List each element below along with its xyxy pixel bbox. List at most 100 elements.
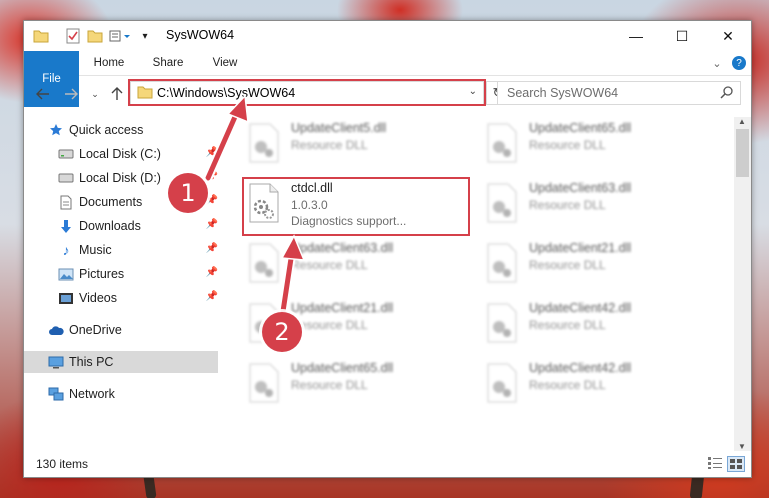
file-list: UpdateClient5.dll Resource DLL ctdcl.dll… xyxy=(233,117,735,451)
file-name: UpdateClient5.dll xyxy=(291,121,387,135)
sidebar-item-network[interactable]: Network xyxy=(24,383,218,405)
dll-file-icon xyxy=(487,243,517,283)
star-icon xyxy=(48,122,64,138)
file-type: Resource DLL xyxy=(529,258,606,272)
pin-icon: 📌 xyxy=(205,267,218,278)
maximize-button[interactable]: ☐ xyxy=(659,21,705,51)
file-name: UpdateClient21.dll xyxy=(529,241,632,255)
pin-icon: 📌 xyxy=(205,291,218,302)
properties-icon[interactable] xyxy=(64,27,82,45)
file-type: Resource DLL xyxy=(529,138,606,152)
dll-file-icon xyxy=(487,123,517,163)
sidebar-item-label: Documents xyxy=(79,195,143,209)
file-highlight xyxy=(242,177,470,236)
pin-icon: 📌 xyxy=(205,171,218,182)
navigation-pane: Quick access Local Disk (C:) 📌 Local Dis… xyxy=(24,117,219,451)
list-item[interactable]: UpdateClient63.dll Resource DLL xyxy=(243,237,471,293)
sidebar-item-label: Pictures xyxy=(79,267,125,281)
file-name: UpdateClient21.dll xyxy=(291,301,394,315)
minimize-button[interactable]: — xyxy=(613,21,659,51)
search-input[interactable]: Search SysWOW64 xyxy=(497,81,741,105)
computer-icon xyxy=(48,354,64,370)
qa-dropdown-icon[interactable]: ▾ xyxy=(138,27,152,45)
status-bar: 130 items xyxy=(24,451,751,477)
file-type: Resource DLL xyxy=(291,318,368,332)
file-name: UpdateClient65.dll xyxy=(529,121,632,135)
documents-icon xyxy=(58,194,74,210)
callout-2: 2 xyxy=(262,312,302,352)
sidebar-item-label: Quick access xyxy=(69,123,144,137)
sidebar-item-quick-access[interactable]: Quick access xyxy=(24,119,218,141)
tiles-view-icon[interactable] xyxy=(727,456,745,472)
title-bar: ▾ SysWOW64 — ☐ ✕ xyxy=(24,21,751,51)
file-name: UpdateClient42.dll xyxy=(529,361,632,375)
details-view-icon[interactable] xyxy=(707,456,723,470)
sidebar-item-music[interactable]: ♪ Music 📌 xyxy=(24,239,219,261)
file-type: Resource DLL xyxy=(291,378,368,392)
scroll-thumb[interactable] xyxy=(736,129,749,177)
list-item[interactable]: UpdateClient42.dll Resource DLL xyxy=(481,357,709,413)
help-icon[interactable]: ? xyxy=(731,51,747,75)
sidebar-item-downloads[interactable]: Downloads 📌 xyxy=(24,215,218,237)
tab-share[interactable]: Share xyxy=(142,51,194,75)
new-folder-icon[interactable] xyxy=(86,27,104,45)
forward-button[interactable] xyxy=(62,85,80,103)
network-icon xyxy=(48,386,64,402)
sidebar-item-label: Music xyxy=(79,243,112,257)
back-button[interactable] xyxy=(34,85,52,103)
dll-file-icon xyxy=(487,363,517,403)
dll-file-icon xyxy=(487,303,517,343)
sidebar-item-local-disk-c[interactable]: Local Disk (C:) 📌 xyxy=(24,143,218,165)
file-name: UpdateClient63.dll xyxy=(529,181,632,195)
sidebar-item-label: Local Disk (D:) xyxy=(79,171,161,185)
scroll-up-icon[interactable]: ▲ xyxy=(738,117,746,126)
search-placeholder: Search SysWOW64 xyxy=(507,86,619,100)
window-title: SysWOW64 xyxy=(166,28,235,42)
chevron-down-icon[interactable]: ⌄ xyxy=(709,51,725,75)
tab-home[interactable]: Home xyxy=(84,51,134,75)
file-name: UpdateClient65.dll xyxy=(291,361,394,375)
address-highlight xyxy=(128,79,486,106)
pictures-icon xyxy=(58,266,74,282)
cloud-icon xyxy=(48,322,64,338)
list-item[interactable]: UpdateClient65.dll Resource DLL xyxy=(243,357,471,413)
drive-icon xyxy=(58,170,74,186)
file-type: Resource DLL xyxy=(529,378,606,392)
file-type: Resource DLL xyxy=(529,198,606,212)
dll-file-icon xyxy=(249,243,279,283)
folder-icon xyxy=(32,27,50,45)
file-name: UpdateClient42.dll xyxy=(529,301,632,315)
list-item[interactable]: UpdateClient5.dll Resource DLL xyxy=(243,117,471,173)
videos-icon xyxy=(58,290,74,306)
sidebar-item-onedrive[interactable]: OneDrive xyxy=(24,319,218,341)
customize-toolbar-icon[interactable] xyxy=(108,27,134,45)
callout-1: 1 xyxy=(168,173,208,213)
list-item[interactable]: UpdateClient42.dll Resource DLL xyxy=(481,297,709,353)
sidebar-item-videos[interactable]: Videos 📌 xyxy=(24,287,218,309)
sidebar-item-this-pc[interactable]: This PC xyxy=(24,351,218,373)
sidebar-item-pictures[interactable]: Pictures 📌 xyxy=(24,263,218,285)
pin-icon: 📌 xyxy=(205,243,218,254)
recent-locations-button[interactable]: ⌄ xyxy=(86,85,104,103)
file-name: UpdateClient63.dll xyxy=(291,241,394,255)
list-item[interactable]: UpdateClient21.dll Resource DLL xyxy=(481,237,709,293)
tab-view[interactable]: View xyxy=(202,51,248,75)
list-item[interactable]: UpdateClient65.dll Resource DLL xyxy=(481,117,709,173)
dll-file-icon xyxy=(249,363,279,403)
sidebar-item-label: Network xyxy=(69,387,115,401)
vertical-scrollbar[interactable]: ▲ ▼ xyxy=(734,117,751,451)
pin-icon: 📌 xyxy=(205,147,218,158)
scroll-down-icon[interactable]: ▼ xyxy=(738,442,746,451)
pin-icon: 📌 xyxy=(205,219,218,230)
up-button[interactable] xyxy=(108,85,126,103)
sidebar-item-label: Downloads xyxy=(79,219,141,233)
explorer-window: ▾ SysWOW64 — ☐ ✕ File Home Share View ⌄ … xyxy=(23,20,752,478)
sidebar-item-label: OneDrive xyxy=(69,323,122,337)
music-icon: ♪ xyxy=(62,242,70,258)
close-button[interactable]: ✕ xyxy=(705,21,751,51)
list-item[interactable]: UpdateClient63.dll Resource DLL xyxy=(481,177,709,233)
ribbon: File Home Share View ⌄ ? xyxy=(24,51,751,107)
file-type: Resource DLL xyxy=(291,258,368,272)
sidebar-item-label: Videos xyxy=(79,291,117,305)
search-icon xyxy=(720,86,733,99)
